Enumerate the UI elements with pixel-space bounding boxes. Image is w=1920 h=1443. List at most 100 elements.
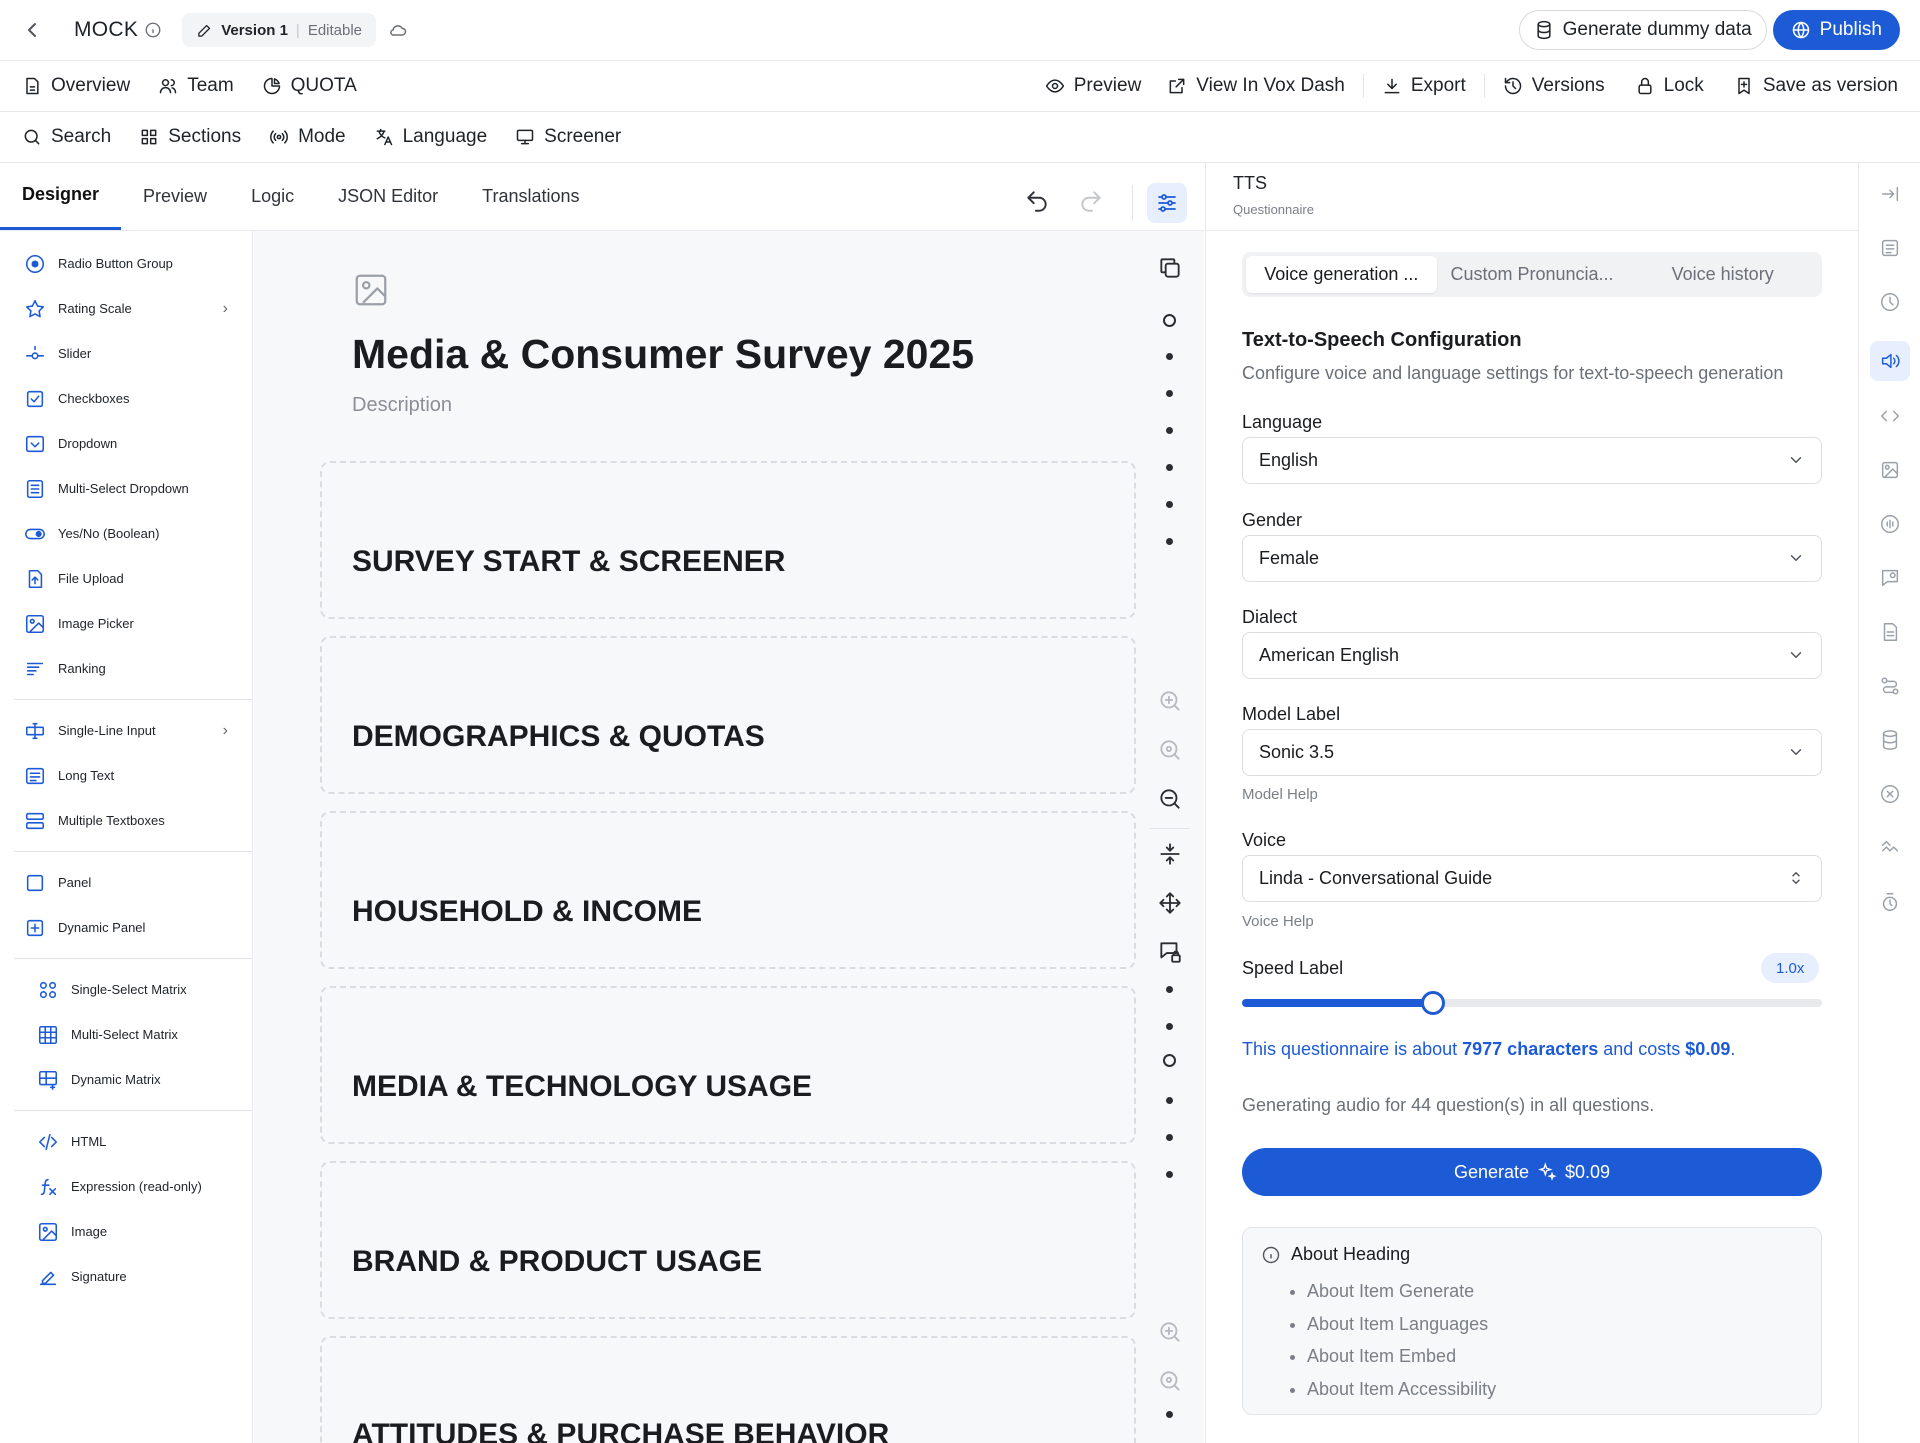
nav-view-in-vox-dash[interactable]: View In Vox Dash bbox=[1167, 75, 1345, 97]
route-icon[interactable] bbox=[1875, 671, 1905, 701]
palette-radio-button-group[interactable]: Radio Button Group bbox=[0, 241, 252, 286]
generate-dummy-data-button[interactable]: Generate dummy data bbox=[1518, 10, 1767, 50]
collapse-panel-icon[interactable] bbox=[1875, 179, 1905, 209]
file-text-icon[interactable] bbox=[1875, 617, 1905, 647]
nav-dot[interactable] bbox=[1166, 1411, 1173, 1418]
nav-preview[interactable]: Preview bbox=[1045, 75, 1141, 97]
audio-icon[interactable] bbox=[1875, 509, 1905, 539]
gender-select[interactable]: Female bbox=[1242, 535, 1822, 582]
palette-single-select-matrix[interactable]: Single-Select Matrix bbox=[0, 967, 252, 1012]
transfer-icon[interactable] bbox=[1875, 833, 1905, 863]
x-circle-icon[interactable] bbox=[1875, 779, 1905, 809]
nav-overview[interactable]: Overview bbox=[22, 75, 130, 97]
sections-button[interactable]: Sections bbox=[139, 126, 241, 148]
language-select[interactable]: English bbox=[1242, 437, 1822, 484]
tab-translations[interactable]: Translations bbox=[460, 162, 601, 230]
timer-icon[interactable] bbox=[1875, 887, 1905, 917]
palette-single-line-input[interactable]: Single-Line Input › bbox=[0, 708, 252, 753]
palette-long-text[interactable]: Long Text bbox=[0, 753, 252, 798]
version-pill[interactable]: Version 1 | Editable bbox=[182, 13, 377, 47]
back-icon[interactable] bbox=[20, 18, 44, 42]
palette-image-picker[interactable]: Image Picker bbox=[0, 601, 252, 646]
move-icon[interactable] bbox=[1157, 890, 1183, 916]
section-card[interactable]: HOUSEHOLD & INCOME bbox=[320, 811, 1136, 969]
tab-logic[interactable]: Logic bbox=[229, 162, 316, 230]
section-card[interactable]: ATTITUDES & PURCHASE BEHAVIOR bbox=[320, 1336, 1136, 1443]
tab-voice-generation[interactable]: Voice generation ... bbox=[1246, 256, 1437, 293]
database-icon[interactable] bbox=[1875, 725, 1905, 755]
nav-dot[interactable] bbox=[1166, 427, 1173, 434]
zoom-reset-icon[interactable] bbox=[1157, 1368, 1183, 1394]
settings-sliders-icon[interactable] bbox=[1147, 183, 1187, 223]
palette-file-upload[interactable]: File Upload bbox=[0, 556, 252, 601]
section-card[interactable]: SURVEY START & SCREENER bbox=[320, 461, 1136, 619]
nav-dot[interactable] bbox=[1166, 1023, 1173, 1030]
nav-dot[interactable] bbox=[1166, 501, 1173, 508]
nav-dot[interactable] bbox=[1166, 1171, 1173, 1178]
survey-description[interactable]: Description bbox=[352, 394, 452, 417]
palette-panel[interactable]: Panel bbox=[0, 860, 252, 905]
cloud-sync-icon[interactable] bbox=[388, 20, 408, 40]
nav-dot-active[interactable] bbox=[1163, 1054, 1176, 1067]
nav-dot-active[interactable] bbox=[1163, 314, 1176, 327]
info-icon[interactable] bbox=[144, 21, 162, 39]
zoom-reset-icon[interactable] bbox=[1157, 737, 1183, 763]
tab-preview[interactable]: Preview bbox=[121, 162, 229, 230]
logo-placeholder-icon[interactable] bbox=[352, 271, 390, 314]
voice-select[interactable]: Linda - Conversational Guide bbox=[1242, 855, 1822, 902]
tab-json-editor[interactable]: JSON Editor bbox=[316, 162, 460, 230]
language-button[interactable]: Language bbox=[374, 126, 487, 148]
undo-icon[interactable] bbox=[1024, 188, 1050, 219]
palette-checkboxes[interactable]: Checkboxes bbox=[0, 376, 252, 421]
palette-rating-scale[interactable]: Rating Scale › bbox=[0, 286, 252, 331]
section-card[interactable]: DEMOGRAPHICS & QUOTAS bbox=[320, 636, 1136, 794]
palette-signature[interactable]: Signature bbox=[0, 1254, 252, 1299]
palette-dynamic-panel[interactable]: Dynamic Panel bbox=[0, 905, 252, 950]
nav-versions[interactable]: Versions bbox=[1503, 75, 1605, 97]
nav-dot[interactable] bbox=[1166, 464, 1173, 471]
clock-icon[interactable] bbox=[1875, 287, 1905, 317]
zoom-in-icon[interactable] bbox=[1157, 1319, 1183, 1345]
image-icon[interactable] bbox=[1875, 455, 1905, 485]
model-select[interactable]: Sonic 3.5 bbox=[1242, 729, 1822, 776]
nav-export[interactable]: Export bbox=[1382, 75, 1466, 97]
palette-ranking[interactable]: Ranking bbox=[0, 646, 252, 691]
palette-multi-select-dropdown[interactable]: Multi-Select Dropdown bbox=[0, 466, 252, 511]
code-icon[interactable] bbox=[1875, 401, 1905, 431]
screener-button[interactable]: Screener bbox=[515, 126, 621, 148]
dialect-select[interactable]: American English bbox=[1242, 632, 1822, 679]
speaker-icon[interactable] bbox=[1870, 341, 1910, 381]
zoom-in-icon[interactable] bbox=[1157, 688, 1183, 714]
tab-designer[interactable]: Designer bbox=[0, 162, 122, 230]
speed-slider[interactable] bbox=[1242, 991, 1822, 1015]
generate-button[interactable]: Generate $0.09 bbox=[1242, 1148, 1822, 1196]
copy-icon[interactable] bbox=[1157, 255, 1183, 281]
nav-quota[interactable]: QUOTA bbox=[262, 75, 357, 97]
slider-thumb[interactable] bbox=[1421, 991, 1446, 1015]
redo-icon[interactable] bbox=[1078, 188, 1104, 219]
palette-html[interactable]: HTML bbox=[0, 1119, 252, 1164]
survey-title[interactable]: Media & Consumer Survey 2025 bbox=[352, 331, 974, 378]
nav-dot[interactable] bbox=[1166, 390, 1173, 397]
lock-comment-icon[interactable] bbox=[1157, 939, 1183, 965]
search-button[interactable]: Search bbox=[22, 126, 111, 148]
nav-lock[interactable]: Lock bbox=[1635, 75, 1704, 97]
mode-button[interactable]: Mode bbox=[269, 126, 346, 148]
list-icon[interactable] bbox=[1875, 233, 1905, 263]
nav-dot[interactable] bbox=[1166, 1134, 1173, 1141]
palette-dynamic-matrix[interactable]: Dynamic Matrix bbox=[0, 1057, 252, 1102]
nav-dot[interactable] bbox=[1166, 986, 1173, 993]
nav-team[interactable]: Team bbox=[158, 75, 234, 97]
nav-dot[interactable] bbox=[1166, 538, 1173, 545]
nav-save-as-version[interactable]: Save as version bbox=[1734, 75, 1898, 97]
nav-dot[interactable] bbox=[1166, 353, 1173, 360]
palette-multi-select-matrix[interactable]: Multi-Select Matrix bbox=[0, 1012, 252, 1057]
section-card[interactable]: BRAND & PRODUCT USAGE bbox=[320, 1161, 1136, 1319]
palette-expression[interactable]: Expression (read-only) bbox=[0, 1164, 252, 1209]
palette-multiple-textboxes[interactable]: Multiple Textboxes bbox=[0, 798, 252, 843]
palette-slider[interactable]: Slider bbox=[0, 331, 252, 376]
publish-button[interactable]: Publish bbox=[1772, 10, 1900, 50]
tab-custom-pronunciation[interactable]: Custom Pronuncia... bbox=[1437, 256, 1628, 293]
tab-voice-history[interactable]: Voice history bbox=[1627, 256, 1818, 293]
feedback-icon[interactable] bbox=[1875, 563, 1905, 593]
